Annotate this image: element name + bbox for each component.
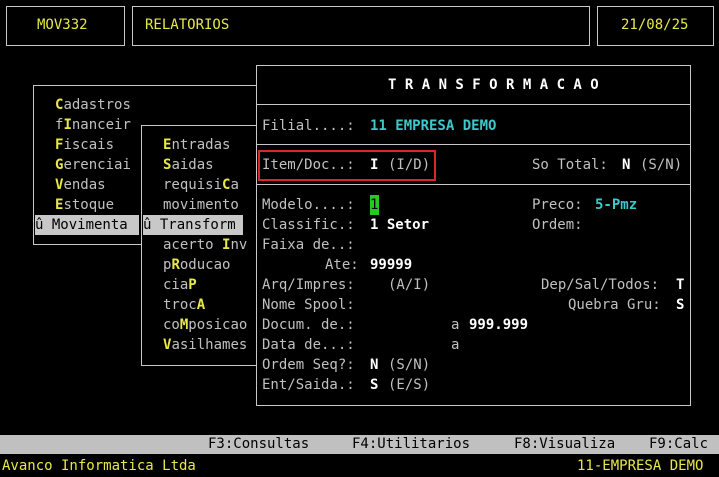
submenu-item[interactable]: trocA bbox=[163, 295, 205, 315]
submenu-item[interactable]: movimento bbox=[163, 195, 239, 215]
modelo-label: Modelo....: bbox=[262, 197, 355, 213]
f4-utilitarios-key[interactable]: F4:Utilitarios bbox=[352, 435, 470, 454]
module-name: RELATORIOS bbox=[145, 17, 230, 33]
filial-label: Filial....: bbox=[262, 118, 355, 134]
modelo-input[interactable]: 1 bbox=[370, 195, 379, 215]
f8-visualiza-key[interactable]: F8:Visualiza bbox=[514, 435, 615, 454]
f9-calc-key[interactable]: F9:Calc bbox=[649, 435, 708, 454]
branch-name: 11-EMPRESA DEMO bbox=[577, 458, 704, 474]
main-menu-item[interactable]: Fiscais bbox=[55, 135, 114, 155]
submenu-item[interactable]: Saidas bbox=[163, 155, 214, 175]
divider bbox=[256, 144, 691, 145]
submenu-item[interactable]: coMposicao bbox=[163, 315, 247, 335]
docum-a: a bbox=[451, 317, 460, 333]
ordem-seq-value[interactable]: N bbox=[370, 355, 378, 375]
f3-consultas-key[interactable]: F3:Consultas bbox=[208, 435, 309, 454]
preco-value[interactable]: 5-Pmz bbox=[595, 195, 637, 215]
dep-sal-todos-label: Dep/Sal/Todos: bbox=[541, 277, 660, 293]
data-a: a bbox=[451, 337, 460, 353]
main-menu-item[interactable]: Cadastros bbox=[55, 95, 131, 115]
main-menu-selected[interactable]: û Movimenta bbox=[35, 215, 139, 235]
ordem-seq-label: Ordem Seq?: bbox=[262, 357, 355, 373]
so-total-value[interactable]: N bbox=[622, 155, 630, 175]
submenu-item[interactable]: acerto Inv bbox=[163, 235, 247, 255]
submenu-selected[interactable]: û Transform bbox=[143, 215, 243, 235]
arq-impres-label: Arq/Impres: bbox=[262, 277, 355, 293]
ent-saida-hint: (E/S) bbox=[388, 377, 431, 393]
highlight-box bbox=[258, 150, 436, 181]
so-total-hint: (S/N) bbox=[640, 157, 683, 173]
program-code: MOV332 bbox=[37, 17, 88, 33]
main-menu-item[interactable]: Vendas bbox=[55, 175, 106, 195]
ent-saida-label: Ent/Saida.: bbox=[262, 377, 355, 393]
function-key-bar: F3:Consultas F4:Utilitarios F8:Visualiza… bbox=[0, 435, 719, 454]
ate-value[interactable]: 99999 bbox=[370, 255, 412, 275]
quebra-gru-value[interactable]: S bbox=[676, 295, 684, 315]
submenu-item[interactable]: requisiCa bbox=[163, 175, 239, 195]
nome-spool-label: Nome Spool: bbox=[262, 297, 355, 313]
company-name: Avanco Informatica Ltda bbox=[2, 458, 196, 474]
divider bbox=[256, 104, 691, 105]
ordem-label: Ordem: bbox=[532, 217, 583, 233]
divider bbox=[256, 184, 691, 185]
main-menu-item[interactable]: Gerenciai bbox=[55, 155, 131, 175]
data-label: Data de...: bbox=[262, 337, 355, 353]
header-date: 21/08/25 bbox=[621, 17, 689, 33]
dialog-title: T R A N S F O R M A C A O bbox=[388, 77, 599, 93]
main-menu-item[interactable]: Estoque bbox=[55, 195, 114, 215]
dep-sal-todos-value[interactable]: T bbox=[676, 275, 684, 295]
ate-label: Ate: bbox=[325, 257, 359, 273]
docum-value[interactable]: 999.999 bbox=[469, 315, 528, 335]
so-total-label: So Total: bbox=[532, 157, 608, 173]
submenu-item[interactable]: pRoducao bbox=[163, 255, 230, 275]
ent-saida-value[interactable]: S bbox=[370, 375, 378, 395]
preco-label: Preco: bbox=[532, 197, 583, 213]
classific-value[interactable]: 1 Setor bbox=[370, 215, 429, 235]
quebra-gru-label: Quebra Gru: bbox=[568, 297, 661, 313]
faixa-label: Faixa de..: bbox=[262, 237, 355, 253]
filial-value[interactable]: 11 EMPRESA DEMO bbox=[370, 116, 496, 136]
arq-impres-hint: (A/I) bbox=[388, 277, 431, 293]
classific-label: Classific.: bbox=[262, 217, 355, 233]
ordem-seq-hint: (S/N) bbox=[388, 357, 431, 373]
docum-label: Docum. de.: bbox=[262, 317, 355, 333]
submenu-item[interactable]: ciaP bbox=[163, 275, 197, 295]
submenu-item[interactable]: Vasilhames bbox=[163, 335, 247, 355]
main-menu-item[interactable]: fInanceir bbox=[55, 115, 131, 135]
submenu-item[interactable]: Entradas bbox=[163, 135, 230, 155]
